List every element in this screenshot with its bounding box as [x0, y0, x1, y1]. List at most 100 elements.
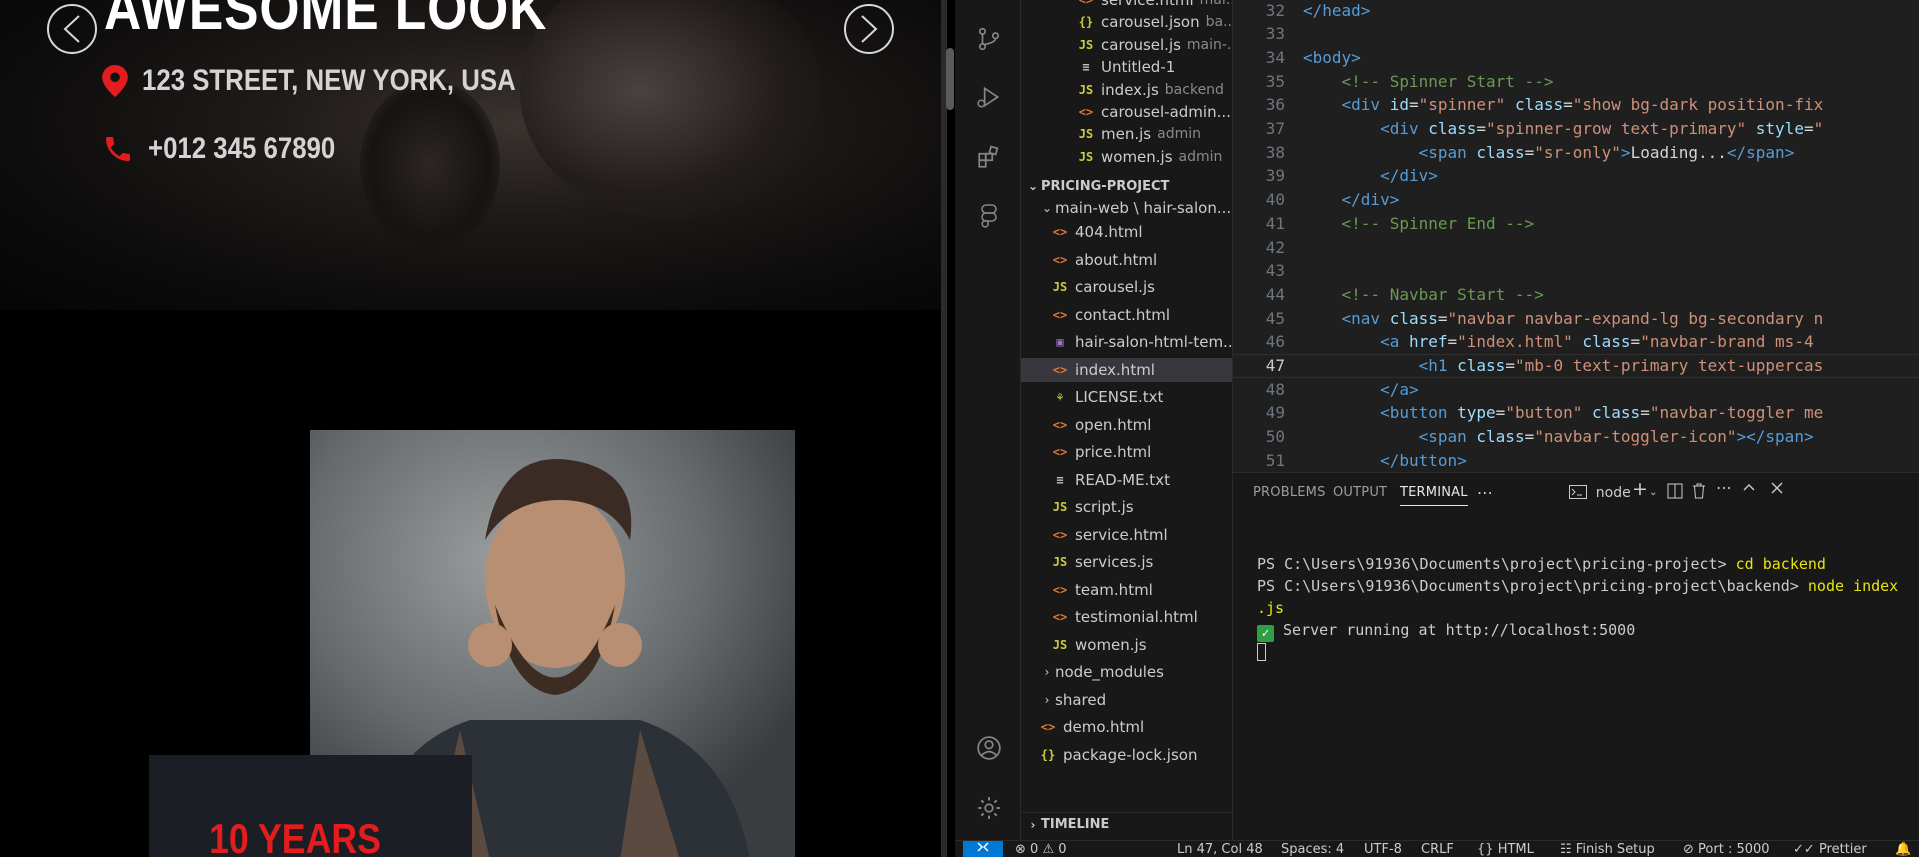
code-line[interactable]: 32 </head> — [1233, 0, 1919, 22]
file-name: index.js — [1101, 80, 1159, 99]
explorer-file-item[interactable]: <> testimonial.html — [1051, 605, 1198, 629]
line-number: 36 — [1265, 95, 1285, 115]
pane-divider[interactable] — [941, 0, 947, 857]
encoding[interactable]: UTF-8 — [1364, 842, 1402, 857]
code-line[interactable]: 42 — [1233, 235, 1919, 259]
chevron-down-icon[interactable]: ⌄ — [1649, 487, 1657, 498]
account-icon[interactable] — [976, 735, 1002, 761]
explorer-file-item[interactable]: <> price.html — [1051, 440, 1152, 464]
explorer-file-item[interactable]: <> team.html — [1051, 578, 1153, 602]
explorer-file-item[interactable]: <> 404.html — [1051, 220, 1143, 244]
html-file-icon: <> — [1052, 252, 1068, 267]
code-line[interactable]: 43 — [1233, 259, 1919, 283]
figma-icon[interactable] — [976, 204, 1002, 230]
notifications-bell-icon[interactable]: 🔔 — [1895, 842, 1911, 857]
code-line[interactable]: 34 <body> — [1233, 45, 1919, 69]
line-number: 44 — [1265, 284, 1285, 304]
explorer-file-item[interactable]: <> demo.html — [1039, 715, 1144, 739]
timeline-section-header[interactable]: › TIMELINE — [1021, 812, 1232, 836]
carousel-prev-button[interactable] — [47, 4, 97, 54]
code-line[interactable]: 47 <h1 class="mb-0 text-primary text-upp… — [1233, 353, 1919, 378]
terminal-command-wrap: .js — [1257, 599, 1285, 617]
explorer-file-item[interactable]: JS script.js — [1051, 495, 1134, 519]
finish-setup[interactable]: ☷ Finish Setup — [1560, 842, 1655, 857]
new-terminal-plus-icon[interactable]: + — [1632, 478, 1648, 500]
code-editor[interactable]: 32 </head> 33 34 <body> 35 <!-- Spinner Start… — [1233, 0, 1919, 470]
line-number: 42 — [1265, 237, 1285, 257]
maximize-panel-icon[interactable] — [1742, 481, 1756, 499]
explorer-file-item[interactable]: JS services.js — [1051, 550, 1154, 574]
code-line[interactable]: 35 <!-- Spinner Start --> — [1233, 69, 1919, 93]
remote-icon — [977, 842, 989, 852]
code-line[interactable]: 48 </a> — [1233, 377, 1919, 401]
settings-gear-icon[interactable] — [976, 795, 1002, 821]
more-actions-icon[interactable]: ... — [1477, 479, 1493, 498]
code-line[interactable]: 41 <!-- Spinner End --> — [1233, 211, 1919, 235]
code-line[interactable]: 37 <div class="spinner-grow text-primary… — [1233, 117, 1919, 141]
explorer-file-item[interactable]: ⚘ LICENSE.txt — [1051, 385, 1163, 409]
html-file-icon: <> — [1078, 105, 1094, 119]
explorer-file-item[interactable]: JS carousel.js — [1051, 275, 1155, 299]
explorer-file-item[interactable]: ▣ hair-salon-html-tem... — [1051, 330, 1232, 354]
indentation[interactable]: Spaces: 4 — [1281, 842, 1344, 857]
explorer-file-item[interactable]: JS men.js admin — [1077, 122, 1201, 146]
double-check-icon: ✓✓ — [1793, 842, 1815, 857]
file-name: carousel.js — [1101, 35, 1181, 54]
explorer-file-item[interactable]: ≡ Untitled-1 — [1077, 55, 1175, 79]
explorer-file-item[interactable]: JS carousel.js main-... — [1077, 33, 1232, 57]
code-line[interactable]: 39 </div> — [1233, 164, 1919, 188]
code-line[interactable]: 38 <span class="sr-only">Loading...</spa… — [1233, 140, 1919, 164]
trash-icon[interactable] — [1692, 483, 1706, 503]
code-line[interactable]: 49 <button type="button" class="navbar-t… — [1233, 401, 1919, 425]
code-line[interactable]: 51 </button> — [1233, 448, 1919, 470]
code-line[interactable]: 46 <a href="index.html" class="navbar-br… — [1233, 330, 1919, 354]
explorer-file-item[interactable]: <> index.html — [1021, 357, 1232, 382]
screen: AWESOME LOOK 123 STREET, NEW YORK, USA +… — [0, 0, 1919, 857]
explorer-file-item[interactable]: <> carousel-admin.... — [1077, 100, 1232, 124]
explorer-file-item[interactable]: JS women.js — [1051, 633, 1147, 657]
project-section-header[interactable]: ⌄ PRICING-PROJECT — [1021, 174, 1169, 198]
tab-problems[interactable]: PROBLEMS — [1253, 485, 1326, 500]
code-line[interactable]: 50 <span class="navbar-toggler-icon"></s… — [1233, 425, 1919, 449]
explorer-file-item[interactable]: JS women.js admin — [1077, 145, 1223, 169]
explorer-file-item[interactable]: <> contact.html — [1051, 303, 1170, 327]
extensions-icon[interactable] — [976, 144, 1002, 170]
close-panel-icon[interactable] — [1770, 481, 1784, 499]
tab-output[interactable]: OUTPUT — [1333, 485, 1387, 500]
source-control-icon[interactable] — [976, 26, 1002, 52]
ellipsis-icon[interactable]: ⋯ — [1716, 478, 1732, 497]
code-line[interactable]: 40 </div> — [1233, 188, 1919, 212]
terminal-shell-selector[interactable]: node — [1569, 483, 1631, 501]
remote-indicator[interactable] — [963, 841, 1003, 857]
explorer-file-item[interactable]: <> about.html — [1051, 248, 1157, 272]
preview-scrollbar[interactable] — [946, 48, 954, 110]
explorer-file-item[interactable]: {} package-lock.json — [1039, 743, 1198, 767]
folder-main-web[interactable]: ⌄ main-web \ hair-salon... — [1039, 196, 1231, 220]
terminal-prompt: PS C:\Users\91936\Documents\project\pric… — [1257, 577, 1808, 595]
tab-terminal[interactable]: TERMINAL — [1400, 485, 1468, 506]
code-line[interactable]: 33 — [1233, 22, 1919, 46]
code-line[interactable]: 44 <!-- Navbar Start --> — [1233, 282, 1919, 306]
explorer-file-item[interactable]: <> service.html — [1051, 523, 1168, 547]
carousel-next-button[interactable] — [844, 4, 894, 54]
folder-item[interactable]: › node_modules — [1039, 660, 1164, 684]
explorer-file-item[interactable]: ≡ READ-ME.txt — [1051, 468, 1170, 492]
explorer-file-item[interactable]: <> open.html — [1051, 413, 1152, 437]
folder-item[interactable]: › shared — [1039, 688, 1107, 712]
explorer-file-item[interactable]: {} carousel.json ba... — [1077, 10, 1232, 34]
code-line[interactable]: 36 <div id="spinner" class="show bg-dark… — [1233, 93, 1919, 117]
prettier-status[interactable]: ✓✓ Prettier — [1793, 842, 1867, 857]
block-icon: ⊘ — [1683, 842, 1694, 857]
vscode-window: <> service.html mai... {} carousel.json ba...… — [955, 0, 1919, 857]
run-debug-icon[interactable] — [976, 84, 1002, 110]
finish-setup-label: Finish Setup — [1575, 842, 1655, 857]
cursor-position[interactable]: Ln 47, Col 48 — [1177, 842, 1263, 857]
live-server-port[interactable]: ⊘ Port : 5000 — [1683, 842, 1770, 857]
explorer-file-item[interactable]: JS index.js backend — [1077, 78, 1224, 102]
language-mode[interactable]: {} HTML — [1477, 842, 1534, 857]
terminal-output[interactable]: PS C:\Users\91936\Documents\project\pric… — [1257, 553, 1898, 664]
problems-status[interactable]: ⊗ 0 ⚠ 0 — [1015, 842, 1067, 857]
line-endings[interactable]: CRLF — [1421, 842, 1454, 857]
code-line[interactable]: 45 <nav class="navbar navbar-expand-lg b… — [1233, 306, 1919, 330]
split-terminal-icon[interactable] — [1667, 483, 1683, 503]
